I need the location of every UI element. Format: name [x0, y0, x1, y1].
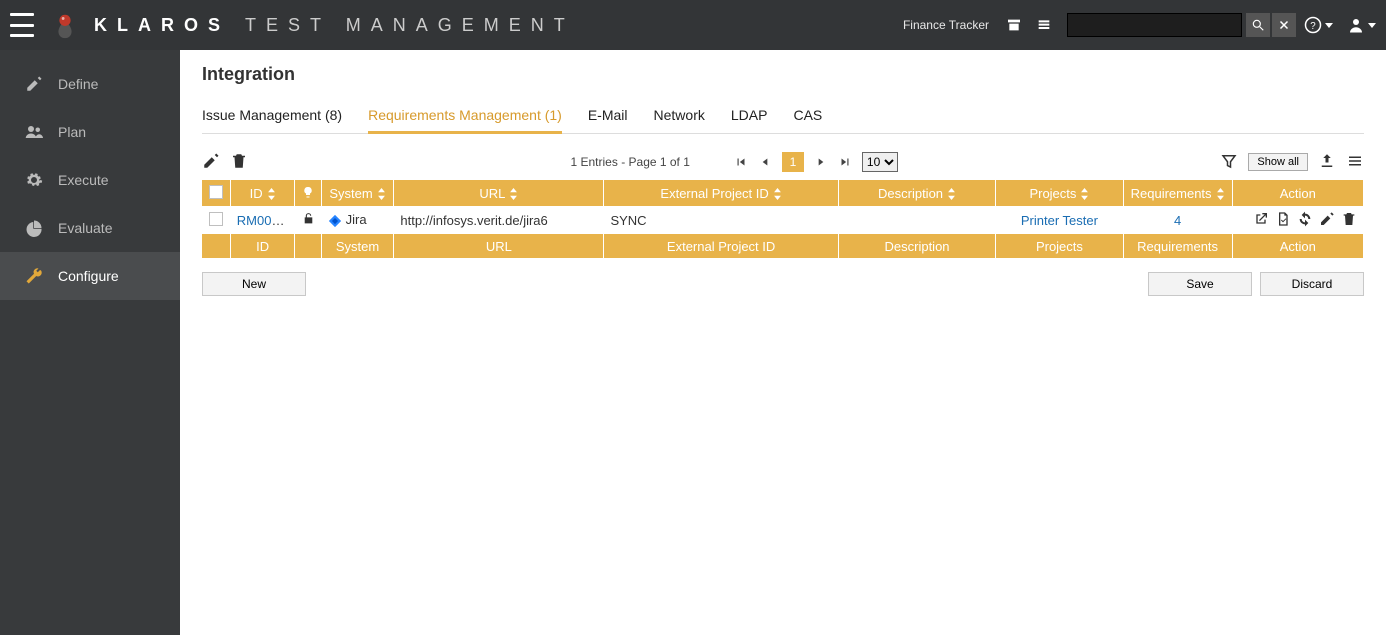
wrench-icon	[22, 266, 46, 286]
columns-menu-icon[interactable]	[1346, 152, 1364, 173]
sidebar-item-plan[interactable]: Plan	[0, 108, 180, 156]
edit-icon[interactable]	[1319, 211, 1335, 230]
pager-last-icon[interactable]	[838, 155, 852, 169]
pager-next-icon[interactable]	[814, 155, 828, 169]
col-checkbox[interactable]	[202, 180, 230, 206]
row-system: Jira	[346, 212, 367, 227]
tab-email[interactable]: E-Mail	[588, 103, 628, 129]
discard-button[interactable]: Discard	[1260, 272, 1364, 296]
clear-search-icon[interactable]	[1272, 13, 1296, 37]
sidebar-item-define[interactable]: Define	[0, 60, 180, 108]
page-size-select[interactable]: 10	[862, 152, 898, 172]
tab-issue-management[interactable]: Issue Management (8)	[202, 103, 342, 129]
col-system[interactable]: System	[321, 180, 394, 206]
row-ext-id: SYNC	[604, 206, 838, 234]
requirements-table: ID System URL External Project ID Descri…	[202, 180, 1364, 258]
delete-icon[interactable]	[1341, 211, 1357, 230]
bulk-edit-icon[interactable]	[202, 152, 220, 173]
col-id[interactable]: ID	[230, 180, 295, 206]
col-projects[interactable]: Projects	[996, 180, 1123, 206]
pager-current: 1	[782, 152, 804, 172]
sidebar: Define Plan Execute Evaluate Configure	[0, 50, 180, 635]
search-icon[interactable]	[1246, 13, 1270, 37]
row-project-link[interactable]: Printer Tester	[1021, 213, 1098, 228]
sidebar-item-evaluate[interactable]: Evaluate	[0, 204, 180, 252]
users-icon	[22, 122, 46, 142]
foot-action: Action	[1232, 234, 1363, 258]
sync-icon[interactable]	[1297, 211, 1313, 230]
user-menu[interactable]	[1347, 16, 1376, 34]
row-id-link[interactable]: RM00001	[237, 213, 293, 228]
sidebar-item-label: Plan	[58, 124, 86, 140]
sidebar-item-label: Execute	[58, 172, 109, 188]
sidebar-item-label: Define	[58, 76, 98, 92]
save-button[interactable]: Save	[1148, 272, 1252, 296]
tab-ldap[interactable]: LDAP	[731, 103, 768, 129]
row-url: http://infosys.verit.de/jira6	[394, 206, 604, 234]
project-name: Finance Tracker	[903, 18, 989, 32]
col-bulb-icon[interactable]	[295, 180, 321, 206]
page-title: Integration	[202, 64, 1364, 85]
help-menu[interactable]: ?	[1304, 16, 1333, 34]
foot-requirements: Requirements	[1123, 234, 1232, 258]
export-icon[interactable]	[1318, 152, 1336, 173]
row-checkbox[interactable]	[209, 212, 223, 226]
table-row: RM00001 Jira http://infosys.verit.de/jir…	[202, 206, 1364, 234]
foot-id: ID	[230, 234, 295, 258]
lock-icon	[295, 206, 321, 234]
gear-icon	[22, 170, 46, 190]
assign-icon[interactable]	[1275, 211, 1291, 230]
foot-projects: Projects	[996, 234, 1123, 258]
sidebar-item-label: Configure	[58, 268, 119, 284]
row-description	[838, 206, 996, 234]
col-url[interactable]: URL	[394, 180, 604, 206]
pager-prev-icon[interactable]	[758, 155, 772, 169]
sidebar-item-configure[interactable]: Configure	[0, 252, 180, 300]
foot-system: System	[321, 234, 394, 258]
col-external-project-id[interactable]: External Project ID	[604, 180, 838, 206]
sidebar-item-label: Evaluate	[58, 220, 112, 236]
foot-url: URL	[394, 234, 604, 258]
new-button[interactable]: New	[202, 272, 306, 296]
open-external-icon[interactable]	[1253, 211, 1269, 230]
menu-toggle-icon[interactable]	[10, 13, 34, 37]
tab-cas[interactable]: CAS	[793, 103, 822, 129]
global-search-input[interactable]	[1067, 13, 1242, 37]
show-all-button[interactable]: Show all	[1248, 153, 1308, 171]
sidebar-item-execute[interactable]: Execute	[0, 156, 180, 204]
app-logo-icon	[50, 10, 80, 40]
row-requirements-link[interactable]: 4	[1174, 213, 1181, 228]
col-action: Action	[1232, 180, 1363, 206]
foot-ext: External Project ID	[604, 234, 838, 258]
table-toolbar: 1 Entries - Page 1 of 1 1 10 Show all	[202, 148, 1364, 176]
tab-network[interactable]: Network	[654, 103, 705, 129]
filter-icon[interactable]	[1220, 152, 1238, 173]
main-content: Integration Issue Management (8) Require…	[180, 50, 1386, 635]
pie-icon	[22, 218, 46, 238]
archive-icon[interactable]	[1004, 15, 1024, 35]
tab-requirements-management[interactable]: Requirements Management (1)	[368, 103, 562, 134]
pager-first-icon[interactable]	[734, 155, 748, 169]
topbar: KLAROS TEST MANAGEMENT Finance Tracker ?	[0, 0, 1386, 50]
col-description[interactable]: Description	[838, 180, 996, 206]
jira-icon	[328, 214, 342, 228]
brand-title: KLAROS TEST MANAGEMENT	[94, 15, 575, 36]
edit-square-icon	[22, 74, 46, 94]
list-icon[interactable]	[1034, 15, 1054, 35]
integration-tabs: Issue Management (8) Requirements Manage…	[202, 103, 1364, 134]
bulk-delete-icon[interactable]	[230, 152, 248, 173]
foot-desc: Description	[838, 234, 996, 258]
svg-text:?: ?	[1310, 21, 1316, 32]
col-requirements[interactable]: Requirements	[1123, 180, 1232, 206]
pager-summary: 1 Entries - Page 1 of 1	[571, 155, 690, 169]
